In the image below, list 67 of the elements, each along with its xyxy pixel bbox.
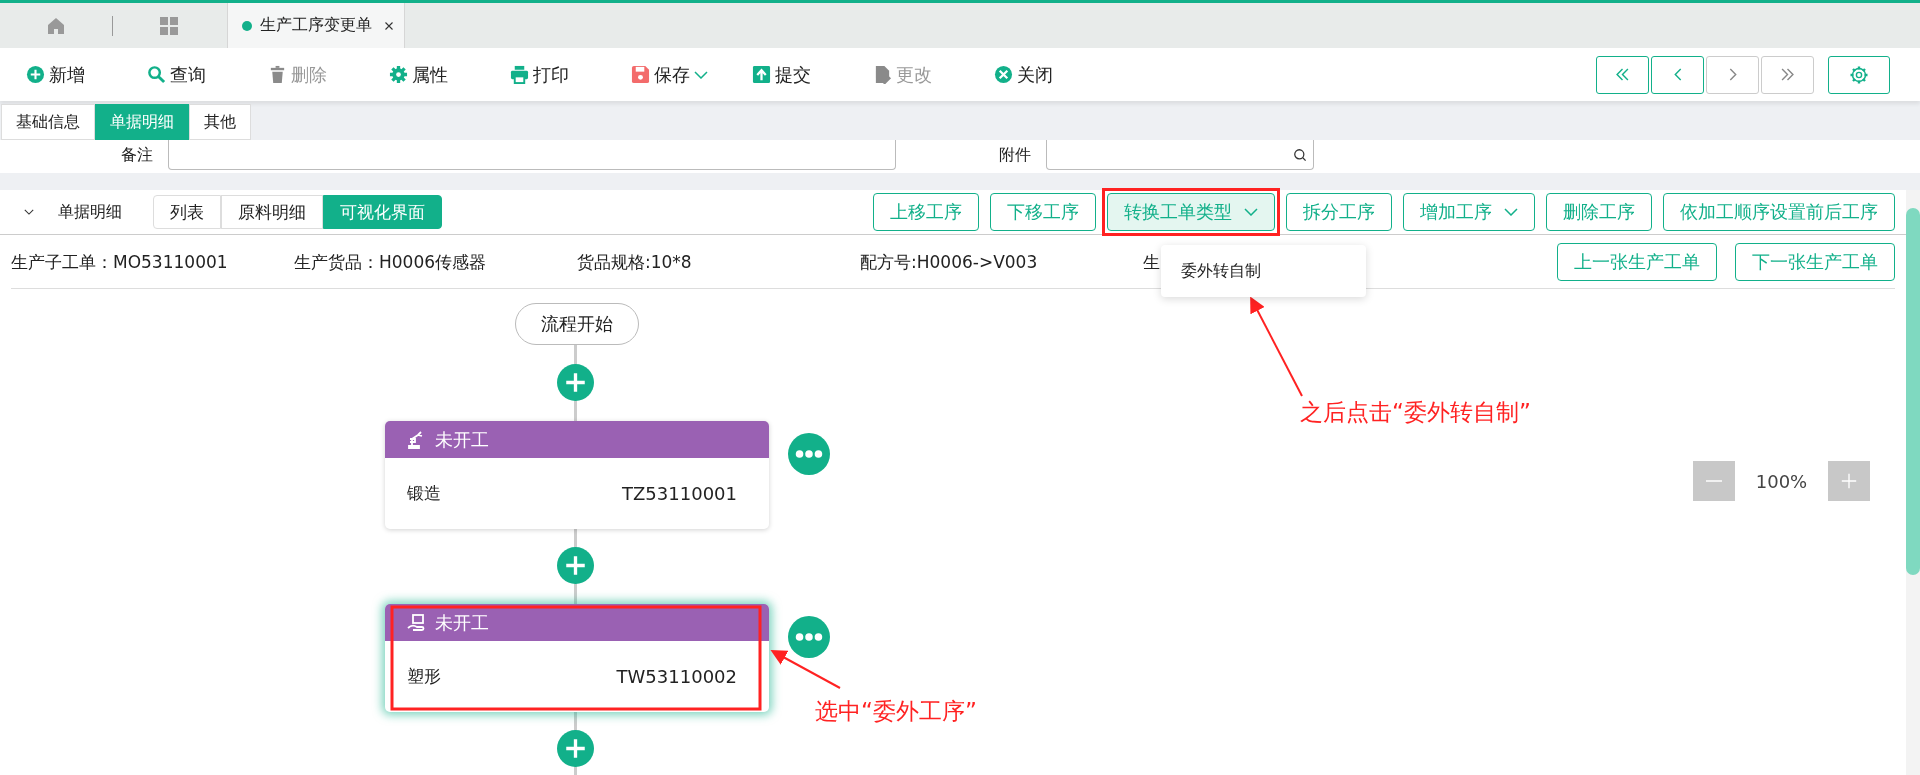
view-tab[interactable]: 原料明细	[221, 195, 323, 229]
gear-icon	[389, 65, 408, 84]
zoom-in-button[interactable]	[1828, 461, 1870, 501]
annotation-arrow	[770, 650, 841, 689]
plus-icon	[1840, 472, 1858, 490]
start-node: 流程开始	[515, 303, 639, 345]
hand-package-icon	[407, 612, 427, 633]
left-chevron-icon	[1673, 68, 1682, 81]
double-right-chevron-icon	[1781, 68, 1794, 81]
info-text: 生产子工单：MO53110001	[11, 250, 228, 274]
toolbar-button[interactable]: 新增	[26, 62, 147, 87]
double-left-chevron-icon	[1616, 68, 1629, 81]
info-text: 生	[1143, 250, 1160, 274]
more-options-button[interactable]	[788, 433, 830, 475]
step-status: 未开工	[435, 427, 489, 452]
close-icon	[384, 20, 394, 31]
right-chevron-icon	[1728, 68, 1737, 81]
minus-icon	[1705, 480, 1723, 482]
field-label: 附件	[998, 144, 1032, 166]
home-icon	[46, 15, 66, 36]
input-field[interactable]	[168, 140, 896, 170]
trash-icon	[268, 65, 287, 84]
add-step-button[interactable]	[557, 547, 594, 584]
info-text: 货品规格:10*8	[577, 250, 692, 274]
toolbar-button[interactable]: 提交	[752, 62, 873, 87]
view-tab[interactable]: 列表	[153, 195, 221, 229]
pager-button[interactable]	[1596, 55, 1649, 94]
info-text: 配方号:H0006->V003	[860, 250, 1038, 274]
add-step-button[interactable]	[557, 730, 594, 767]
toolbar-button[interactable]: 打印	[510, 62, 631, 87]
search-icon	[1293, 147, 1307, 162]
process-card[interactable]: 未开工 塑形 TW53110002	[385, 604, 769, 712]
section-title: 单据明细	[58, 201, 123, 223]
zoom-level: 100%	[1754, 470, 1809, 492]
step-name: 塑形	[407, 665, 441, 688]
settings-button[interactable]	[1828, 55, 1890, 94]
step-code: TW53110002	[616, 666, 737, 687]
status-dot	[242, 20, 252, 31]
form-tab[interactable]: 其他	[189, 104, 251, 140]
close-circle-icon	[994, 65, 1013, 84]
search-icon	[147, 65, 166, 84]
menu-item[interactable]: 委外转自制	[1161, 260, 1261, 282]
printer-icon	[510, 65, 529, 84]
process-card[interactable]: 未开工 锻造 TZ53110001	[385, 421, 769, 529]
step-code: TZ53110001	[622, 483, 737, 504]
scrollbar-thumb[interactable]	[1906, 208, 1920, 575]
annotation-text: 之后点击“委外转自制”	[1300, 398, 1531, 427]
tab-title: 生产工序变更单	[260, 15, 372, 36]
annotation-text: 选中“委外工序”	[815, 697, 977, 726]
pager-button[interactable]	[1651, 55, 1704, 94]
plus-circle-icon	[26, 65, 45, 84]
step-status: 未开工	[435, 610, 489, 635]
upload-icon	[752, 65, 771, 84]
add-step-button[interactable]	[557, 364, 594, 401]
settings-icon	[1849, 64, 1869, 85]
field-label: 备注	[120, 144, 154, 166]
step-name: 锻造	[407, 482, 441, 505]
toolbar-button[interactable]: 关闭	[994, 62, 1115, 87]
toolbar-button[interactable]: 属性	[389, 62, 510, 87]
toolbar-button[interactable]: 保存	[631, 62, 752, 87]
info-text: 生产货品：H0006传感器	[294, 250, 487, 274]
search-field[interactable]	[1046, 140, 1314, 170]
form-tab[interactable]: 基础信息	[1, 104, 95, 140]
toolbar-button[interactable]: 查询	[147, 62, 268, 87]
grid-icon	[159, 15, 179, 36]
document-tab[interactable]: 生产工序变更单	[227, 3, 405, 48]
more-options-button[interactable]	[788, 616, 830, 658]
